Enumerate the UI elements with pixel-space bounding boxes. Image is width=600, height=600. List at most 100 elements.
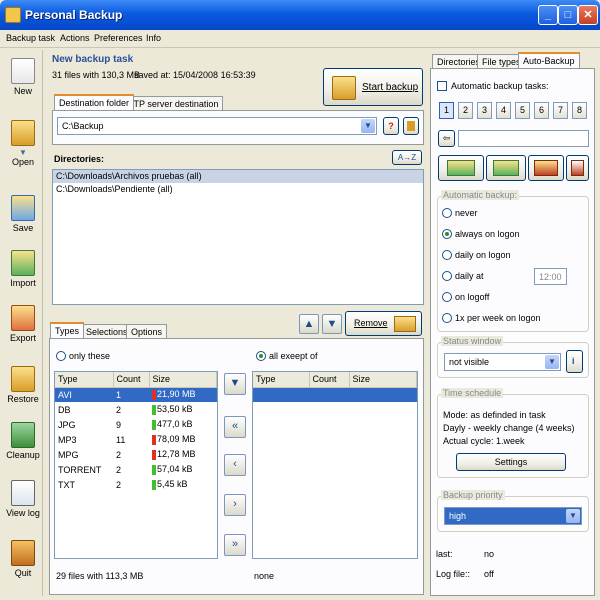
destination-panel: C:\Backup ▼ ? <box>52 110 424 145</box>
auto-option-label: daily on logon <box>455 250 511 260</box>
folder-icon <box>407 121 415 131</box>
help-button[interactable]: ? <box>383 117 399 135</box>
tab-destination-folder[interactable]: Destination folder <box>54 94 135 110</box>
auto-option-radio[interactable] <box>442 250 452 260</box>
backup-priority-select[interactable]: high ▼ <box>444 507 582 525</box>
col-type[interactable]: Type <box>253 372 310 388</box>
edit-task-icon <box>493 160 519 176</box>
included-summary: 29 files with 113,3 MB <box>56 571 144 581</box>
menu-info[interactable]: Info <box>146 33 161 43</box>
maximize-button[interactable]: □ <box>558 5 578 25</box>
last-value: no <box>484 549 495 559</box>
new-button[interactable]: New <box>3 58 43 96</box>
remove-button[interactable]: Remove <box>345 311 422 336</box>
close-button[interactable]: ✕ <box>578 5 598 25</box>
auto-task-button-5[interactable]: 5 <box>515 102 530 119</box>
col-size[interactable]: Size <box>149 372 217 388</box>
sort-directories-button[interactable]: A→Z <box>392 150 422 165</box>
view-log-button[interactable]: View log <box>3 480 43 518</box>
cleanup-button[interactable]: Cleanup <box>3 422 43 460</box>
auto-task-button-1[interactable]: 1 <box>439 102 454 119</box>
destination-value: C:\Backup <box>62 121 104 131</box>
start-backup-button[interactable]: Start backup <box>323 68 423 106</box>
included-types-table[interactable]: Type Count Size AVI 1 21,90 MB DB 2 53,50 kB J… <box>54 371 218 559</box>
last-label: last: <box>436 549 453 559</box>
menu-backup-task[interactable]: Backup task <box>6 33 55 43</box>
save-label: Save <box>12 223 34 233</box>
status-window-title: Status window <box>441 336 504 346</box>
status-window-select[interactable]: not visible ▼ <box>444 353 561 371</box>
minimize-button[interactable]: _ <box>538 5 558 25</box>
auto-option-radio[interactable] <box>442 313 452 323</box>
destination-select[interactable]: C:\Backup ▼ <box>57 117 377 135</box>
delete-task-button[interactable] <box>528 155 564 181</box>
daily-time-field[interactable]: 12:00 <box>534 268 567 285</box>
directories-list[interactable]: C:\Downloads\Archivos pruebas (all) C:\D… <box>52 169 424 305</box>
auto-task-button-6[interactable]: 6 <box>534 102 549 119</box>
table-row[interactable]: AVI 1 21,90 MB <box>55 387 217 402</box>
auto-task-button-8[interactable]: 8 <box>572 102 587 119</box>
move-all-left-button[interactable]: « <box>224 416 246 438</box>
move-all-right-button[interactable]: » <box>224 534 246 556</box>
quit-button[interactable]: Quit <box>3 540 43 578</box>
auto-task-button-2[interactable]: 2 <box>458 102 473 119</box>
col-count[interactable]: Count <box>113 372 150 388</box>
size-cell: 78,09 MB <box>149 432 217 447</box>
tab-selections[interactable]: Selections <box>81 324 133 339</box>
size-value: 53,50 kB <box>157 404 193 415</box>
count-cell: 9 <box>116 419 122 430</box>
table-row[interactable]: JPG 9 477,0 kB <box>55 417 217 432</box>
import-button[interactable]: Import <box>3 250 43 288</box>
excluded-types-table[interactable]: Type Count Size <box>252 371 418 559</box>
save-button[interactable]: Save <box>3 195 43 233</box>
directory-item[interactable]: C:\Downloads\Archivos pruebas (all) <box>53 170 423 183</box>
col-size[interactable]: Size <box>349 372 417 388</box>
open-button[interactable]: ▼ Open <box>3 120 43 167</box>
auto-option-radio[interactable] <box>442 208 452 218</box>
directory-item[interactable]: C:\Downloads\Pendiente (all) <box>53 183 423 196</box>
auto-task-button-4[interactable]: 4 <box>496 102 511 119</box>
edit-task-button[interactable] <box>486 155 526 181</box>
auto-option-radio[interactable] <box>442 271 452 281</box>
col-type[interactable]: Type <box>55 372 114 388</box>
col-count[interactable]: Count <box>309 372 350 388</box>
auto-option-radio[interactable] <box>442 229 452 239</box>
filter-icon[interactable]: ▼ <box>224 373 246 395</box>
menu-preferences[interactable]: Preferences <box>94 33 143 43</box>
all-except-radio[interactable] <box>256 351 266 361</box>
move-up-button[interactable]: ▲ <box>299 314 319 334</box>
tab-types[interactable]: Types <box>50 322 85 338</box>
task-name-field[interactable] <box>458 130 589 147</box>
table-row[interactable]: MPG 2 12,78 MB <box>55 447 217 462</box>
auto-option-radio[interactable] <box>442 292 452 302</box>
auto-task-button-3[interactable]: 3 <box>477 102 492 119</box>
import-label: Import <box>10 278 36 288</box>
move-left-button[interactable]: ‹ <box>224 454 246 476</box>
tools-button[interactable] <box>566 155 589 181</box>
only-these-radio[interactable] <box>56 351 66 361</box>
add-task-button[interactable] <box>438 155 484 181</box>
auto-tasks-checkbox[interactable] <box>437 81 447 91</box>
settings-button[interactable]: Settings <box>456 453 566 471</box>
move-down-button[interactable]: ▼ <box>322 314 342 334</box>
size-indicator-icon <box>152 464 156 475</box>
table-row[interactable]: MP3 11 78,09 MB <box>55 432 217 447</box>
browse-folder-button[interactable] <box>403 117 419 135</box>
table-row[interactable]: TORRENT 2 57,04 kB <box>55 462 217 477</box>
move-right-button[interactable]: › <box>224 494 246 516</box>
all-except-label: all exeept of <box>269 351 318 361</box>
auto-task-button-7[interactable]: 7 <box>553 102 568 119</box>
table-row[interactable]: TXT 2 5,45 kB <box>55 477 217 492</box>
menu-actions[interactable]: Actions <box>60 33 90 43</box>
tab-ftp-destination[interactable]: FTP server destination <box>123 96 224 111</box>
open-dropdown-icon: ▼ <box>19 148 27 157</box>
tab-auto-backup[interactable]: Auto-Backup <box>518 52 580 68</box>
restore-button[interactable]: Restore <box>3 366 43 404</box>
tab-options[interactable]: Options <box>126 324 168 339</box>
back-arrow-icon[interactable]: ⇦ <box>438 130 455 147</box>
open-icon <box>11 120 35 146</box>
status-info-button[interactable]: i <box>566 350 583 373</box>
export-button[interactable]: Export <box>3 305 43 343</box>
remove-label: Remove <box>354 318 388 328</box>
table-row[interactable]: DB 2 53,50 kB <box>55 402 217 417</box>
